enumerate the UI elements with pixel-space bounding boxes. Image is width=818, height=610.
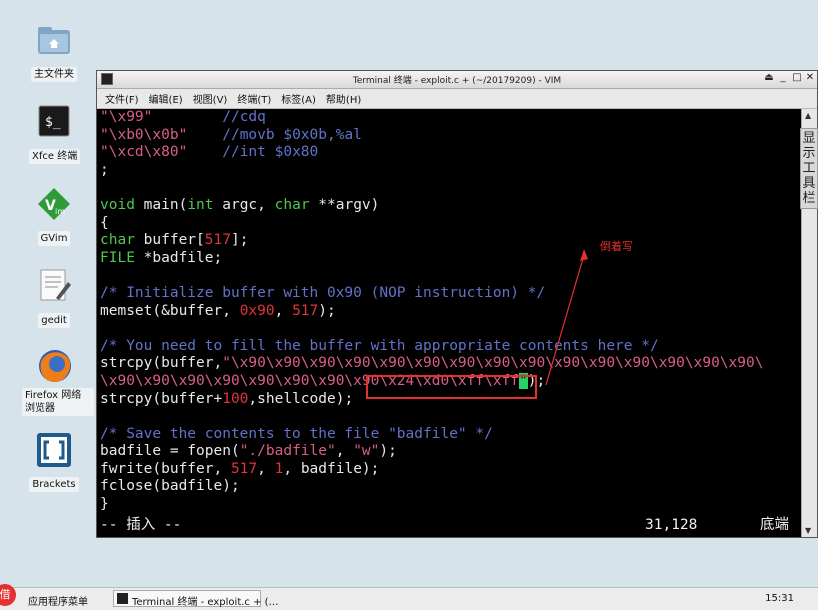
- menu-file[interactable]: 文件(F): [105, 91, 139, 106]
- window-title: Terminal 终端 - exploit.c + (~/20179209) -…: [352, 76, 562, 86]
- desktop-icon-label: 主文件夹: [31, 67, 77, 82]
- code-line: }: [100, 496, 109, 513]
- clock[interactable]: 15:31: [765, 593, 794, 604]
- close-button[interactable]: ✕: [804, 72, 816, 83]
- code-line: void main(int argc, char **argv): [100, 196, 380, 213]
- menu-tabs[interactable]: 标签(A): [281, 91, 316, 106]
- annotation-text: 倒着写: [600, 240, 633, 253]
- desktop-icon-label: Firefox 网络浏览器: [22, 388, 94, 416]
- brackets-icon: [36, 432, 72, 468]
- code-line: "\xcd\x80" //int $0x80: [100, 144, 319, 161]
- firefox-icon: [37, 348, 73, 384]
- desktop-icon-gedit[interactable]: gedit: [29, 268, 79, 328]
- text-editor-icon: [36, 268, 72, 304]
- desktop-icon-label: Brackets: [29, 477, 79, 492]
- menu-bar: 文件(F) 编辑(E) 视图(V) 终端(T) 标签(A) 帮助(H): [97, 89, 817, 109]
- taskbar-item-label: Terminal 终端 - exploit.c + (…: [132, 597, 279, 608]
- svg-text:im: im: [55, 207, 65, 216]
- taskbar-item-terminal[interactable]: Terminal 终端 - exploit.c + (…: [113, 590, 279, 608]
- desktop-icon-brackets[interactable]: Brackets: [29, 432, 79, 492]
- taskbar: 借 应用程序菜单 Terminal 终端 - exploit.c + (… 15…: [0, 584, 818, 610]
- highlight-box: [366, 375, 537, 399]
- title-bar[interactable]: Terminal 终端 - exploit.c + (~/20179209) -…: [97, 71, 817, 89]
- desktop-icon-gvim[interactable]: Vim GVim: [29, 186, 79, 246]
- code-line: badfile = fopen("./badfile", "w");: [100, 443, 397, 460]
- scroll-up-arrow-icon[interactable]: ▲: [805, 111, 811, 120]
- terminal-icon: [117, 593, 128, 604]
- code-line: strcpy(buffer,"\x90\x90\x90\x90\x90\x90\…: [100, 355, 764, 372]
- desktop-icon-label: Xfce 终端: [29, 149, 81, 164]
- svg-text:$_: $_: [45, 115, 61, 130]
- code-line: /* You need to fill the buffer with appr…: [100, 337, 659, 354]
- code-line: {: [100, 214, 109, 231]
- code-line: fwrite(buffer, 517, 1, badfile);: [100, 460, 380, 477]
- scroll-position: 底端: [760, 517, 789, 534]
- annotation-arrow-icon: [545, 249, 588, 386]
- desktop-icon-home[interactable]: 主文件夹: [29, 22, 79, 82]
- menu-terminal[interactable]: 终端(T): [237, 91, 271, 106]
- folder-icon: [36, 22, 72, 58]
- desktop-icon-label: GVim: [37, 231, 71, 246]
- menu-edit[interactable]: 编辑(E): [149, 91, 183, 106]
- menu-view[interactable]: 视图(V): [193, 91, 228, 106]
- shade-button[interactable]: ⏏: [763, 72, 775, 83]
- desktop-icon-xfce-terminal[interactable]: $_ Xfce 终端: [29, 104, 81, 164]
- vim-mode: -- 插入 --: [100, 517, 182, 534]
- code-line: fclose(badfile);: [100, 478, 240, 495]
- code-line: /* Initialize buffer with 0x90 (NOP inst…: [100, 284, 546, 301]
- desktop-icon-firefox[interactable]: Firefox 网络浏览器: [22, 348, 94, 416]
- vim-icon: Vim: [36, 186, 72, 222]
- code-line: "\x99" //cdq: [100, 109, 266, 125]
- code-line: /* Save the contents to the file "badfil…: [100, 425, 493, 442]
- notification-badge[interactable]: 借: [0, 584, 16, 606]
- show-toolbar-tab[interactable]: 显示工具栏: [800, 128, 818, 209]
- terminal-icon: $_: [36, 104, 72, 140]
- code-line: char buffer[517];: [100, 232, 249, 249]
- scroll-down-arrow-icon[interactable]: ▼: [805, 526, 811, 535]
- code-line: FILE *badfile;: [100, 249, 223, 266]
- minimize-button[interactable]: _: [777, 72, 789, 83]
- cursor-position: 31,128: [645, 517, 698, 534]
- menu-help[interactable]: 帮助(H): [326, 91, 361, 106]
- app-menu-button[interactable]: 应用程序菜单: [28, 593, 88, 608]
- vim-status-line: -- 插入 -- 31,128 底端: [100, 517, 802, 535]
- code-line: memset(&buffer, 0x90, 517);: [100, 302, 336, 319]
- maximize-button[interactable]: □: [791, 72, 803, 83]
- desktop-icon-label: gedit: [38, 313, 70, 328]
- terminal-window[interactable]: Terminal 终端 - exploit.c + (~/20179209) -…: [96, 70, 818, 538]
- vim-buffer[interactable]: "\x99" //cdq "\xb0\x0b" //movb $0x0b,%al "…: [97, 109, 802, 537]
- code-line: "\xb0\x0b" //movb $0x0b,%al: [100, 126, 362, 143]
- code-line: ;: [100, 161, 109, 178]
